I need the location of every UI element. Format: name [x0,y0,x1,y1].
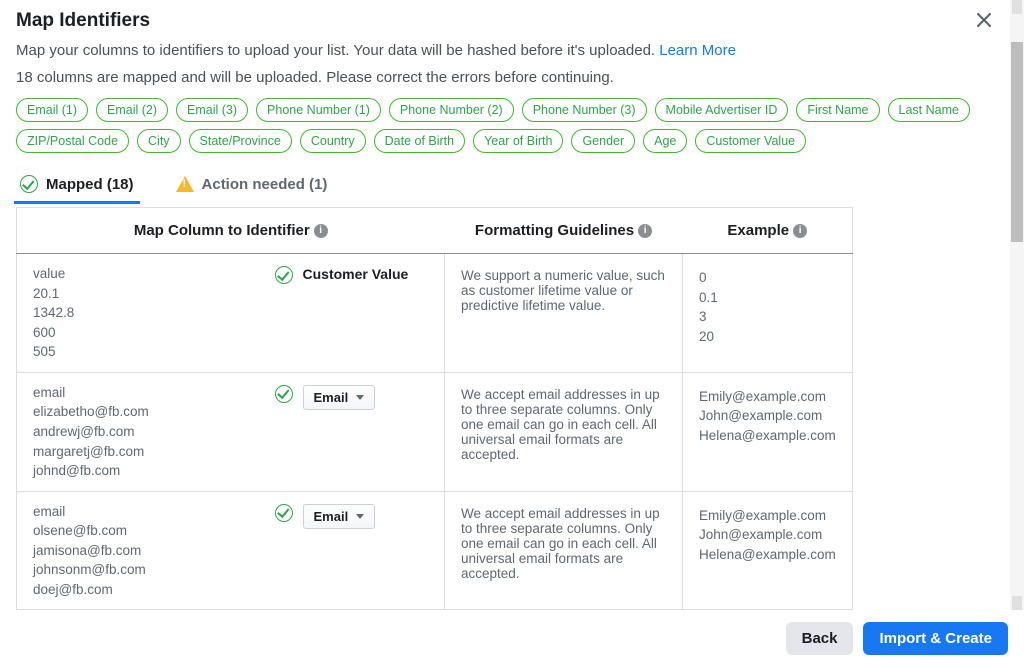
example-value: 0 [699,268,836,288]
sample-cell: emailelizabetho@fb.comandrewj@fb.commarg… [17,372,259,491]
warning-triangle-icon [176,176,194,192]
sample-value: johnd@fb.com [33,461,243,481]
sample-value: margaretj@fb.com [33,442,243,462]
table-row: emailelizabetho@fb.comandrewj@fb.commarg… [17,372,853,491]
sample-value: olsene@fb.com [33,521,243,541]
identifier-chip: Phone Number (2) [389,98,514,122]
info-icon[interactable]: i [638,224,652,238]
guidelines-cell: We accept email addresses in up to three… [445,372,683,491]
identifier-chip: Last Name [888,98,970,122]
scrollbar-thumb[interactable] [1011,42,1023,242]
sample-value: 505 [33,342,243,362]
status-line: 18 columns are mapped and will be upload… [16,69,994,86]
example-value: Emily@example.com [699,506,836,526]
identifier-chip: Email (1) [16,98,88,122]
identifier-cell: Customer Value [259,254,445,373]
identifier-chip: Country [300,129,366,153]
chevron-down-icon [356,514,364,519]
identifier-label: Customer Value [303,266,409,282]
identifier-chip: State/Province [189,129,292,153]
identifier-dropdown-label: Email [314,390,349,405]
example-cell: 00.1320 [683,254,853,373]
tab-action-needed-label: Action needed (1) [202,176,328,193]
example-value: Helena@example.com [699,426,836,446]
identifier-chip: Gender [571,129,635,153]
mapping-table: Map Column to Identifieri Formatting Gui… [16,207,853,610]
identifier-chips: Email (1) Email (2) Email (3) Phone Number … [16,98,994,153]
guidelines-cell: We support a numeric value, such as cust… [445,254,683,373]
sample-header: email [33,502,243,522]
example-value: 0.1 [699,288,836,308]
example-value: 3 [699,307,836,327]
identifier-chip: First Name [796,98,879,122]
identifier-chip: Email (3) [176,98,248,122]
identifier-dropdown-label: Email [314,509,349,524]
example-value: John@example.com [699,525,836,545]
identifier-dropdown[interactable]: Email [303,385,376,410]
info-icon[interactable]: i [314,224,328,238]
identifier-chip: City [137,129,181,153]
sample-value: 1342.8 [33,303,243,323]
identifier-chip: Mobile Advertiser ID [655,98,789,122]
sample-value: andrewj@fb.com [33,422,243,442]
scrollbar[interactable] [1010,0,1024,610]
identifier-chip: ZIP/Postal Code [16,129,129,153]
sample-value: 600 [33,323,243,343]
example-value: John@example.com [699,406,836,426]
check-circle-icon [275,385,293,403]
tab-mapped[interactable]: Mapped (18) [16,167,138,203]
identifier-chip: Email (2) [96,98,168,122]
info-icon[interactable]: i [793,224,807,238]
sample-value: doej@fb.com [33,580,243,600]
guidelines-cell: We accept email addresses in up to three… [445,491,683,610]
col-header-map: Map Column to Identifieri [17,208,445,254]
page-title: Map Identifiers [16,10,150,32]
sample-value: jamisona@fb.com [33,541,243,561]
identifier-dropdown[interactable]: Email [303,504,376,529]
check-circle-icon [275,266,293,284]
sample-cell: emailolsene@fb.comjamisona@fb.comjohnson… [17,491,259,610]
example-value: Helena@example.com [699,545,836,565]
back-button[interactable]: Back [786,622,854,655]
tab-action-needed[interactable]: Action needed (1) [172,167,332,203]
sample-value: elizabetho@fb.com [33,402,243,422]
check-circle-icon [275,504,293,522]
footer: Back Import & Create [0,610,1024,666]
example-value: 20 [699,327,836,347]
identifier-chip: Date of Birth [374,129,465,153]
sample-cell: value20.11342.8600505 [17,254,259,373]
example-cell: Emily@example.comJohn@example.comHelena@… [683,491,853,610]
identifier-cell: Email [259,372,445,491]
chevron-down-icon [356,395,364,400]
tab-mapped-label: Mapped (18) [46,176,134,193]
import-create-button[interactable]: Import & Create [863,622,1008,655]
col-header-guidelines: Formatting Guidelinesi [445,208,683,254]
identifier-chip: Phone Number (1) [256,98,381,122]
identifier-chip: Customer Value [695,129,806,153]
check-circle-icon [20,175,38,193]
example-cell: Emily@example.comJohn@example.comHelena@… [683,372,853,491]
sample-value: johnsonm@fb.com [33,560,243,580]
identifier-chip: Year of Birth [473,129,563,153]
tabs: Mapped (18) Action needed (1) [16,167,994,203]
description-text: Map your columns to identifiers to uploa… [16,42,659,59]
description: Map your columns to identifiers to uploa… [16,42,994,59]
learn-more-link[interactable]: Learn More [659,42,736,59]
table-row: value20.11342.8600505 Customer Value We su… [17,254,853,373]
sample-header: email [33,383,243,403]
table-row: emailolsene@fb.comjamisona@fb.comjohnson… [17,491,853,610]
sample-header: value [33,264,243,284]
identifier-cell: Email [259,491,445,610]
identifier-chip: Phone Number (3) [522,98,647,122]
close-icon[interactable] [974,10,994,30]
col-header-example: Examplei [683,208,853,254]
sample-value: 20.1 [33,284,243,304]
identifier-chip: Age [643,129,687,153]
example-value: Emily@example.com [699,387,836,407]
